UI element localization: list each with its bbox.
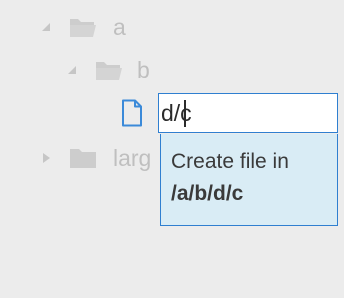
expanded-arrow-icon[interactable] [40,21,52,33]
new-file-row [0,99,160,127]
folder-open-icon [70,19,96,37]
new-file-name-input[interactable] [159,94,337,132]
expanded-arrow-icon[interactable] [66,64,78,76]
tree-item-label: b [137,57,150,83]
file-icon [122,99,142,127]
tree-item-b[interactable]: b [0,56,344,84]
new-file-name-field[interactable] [158,93,338,133]
tree-item-a[interactable]: a [0,13,344,41]
folder-open-icon [96,62,122,80]
folder-icon [70,149,96,168]
tree-item-larg[interactable]: larg [0,144,160,172]
create-file-hint: Create file in /a/b/d/c [160,134,338,226]
hint-path: /a/b/d/c [171,182,244,205]
tree-item-label: a [113,14,126,40]
hint-prefix: Create file in [171,150,289,173]
text-caret [184,100,186,127]
tree-item-label: larg [113,145,152,171]
collapsed-arrow-icon[interactable] [40,152,52,164]
